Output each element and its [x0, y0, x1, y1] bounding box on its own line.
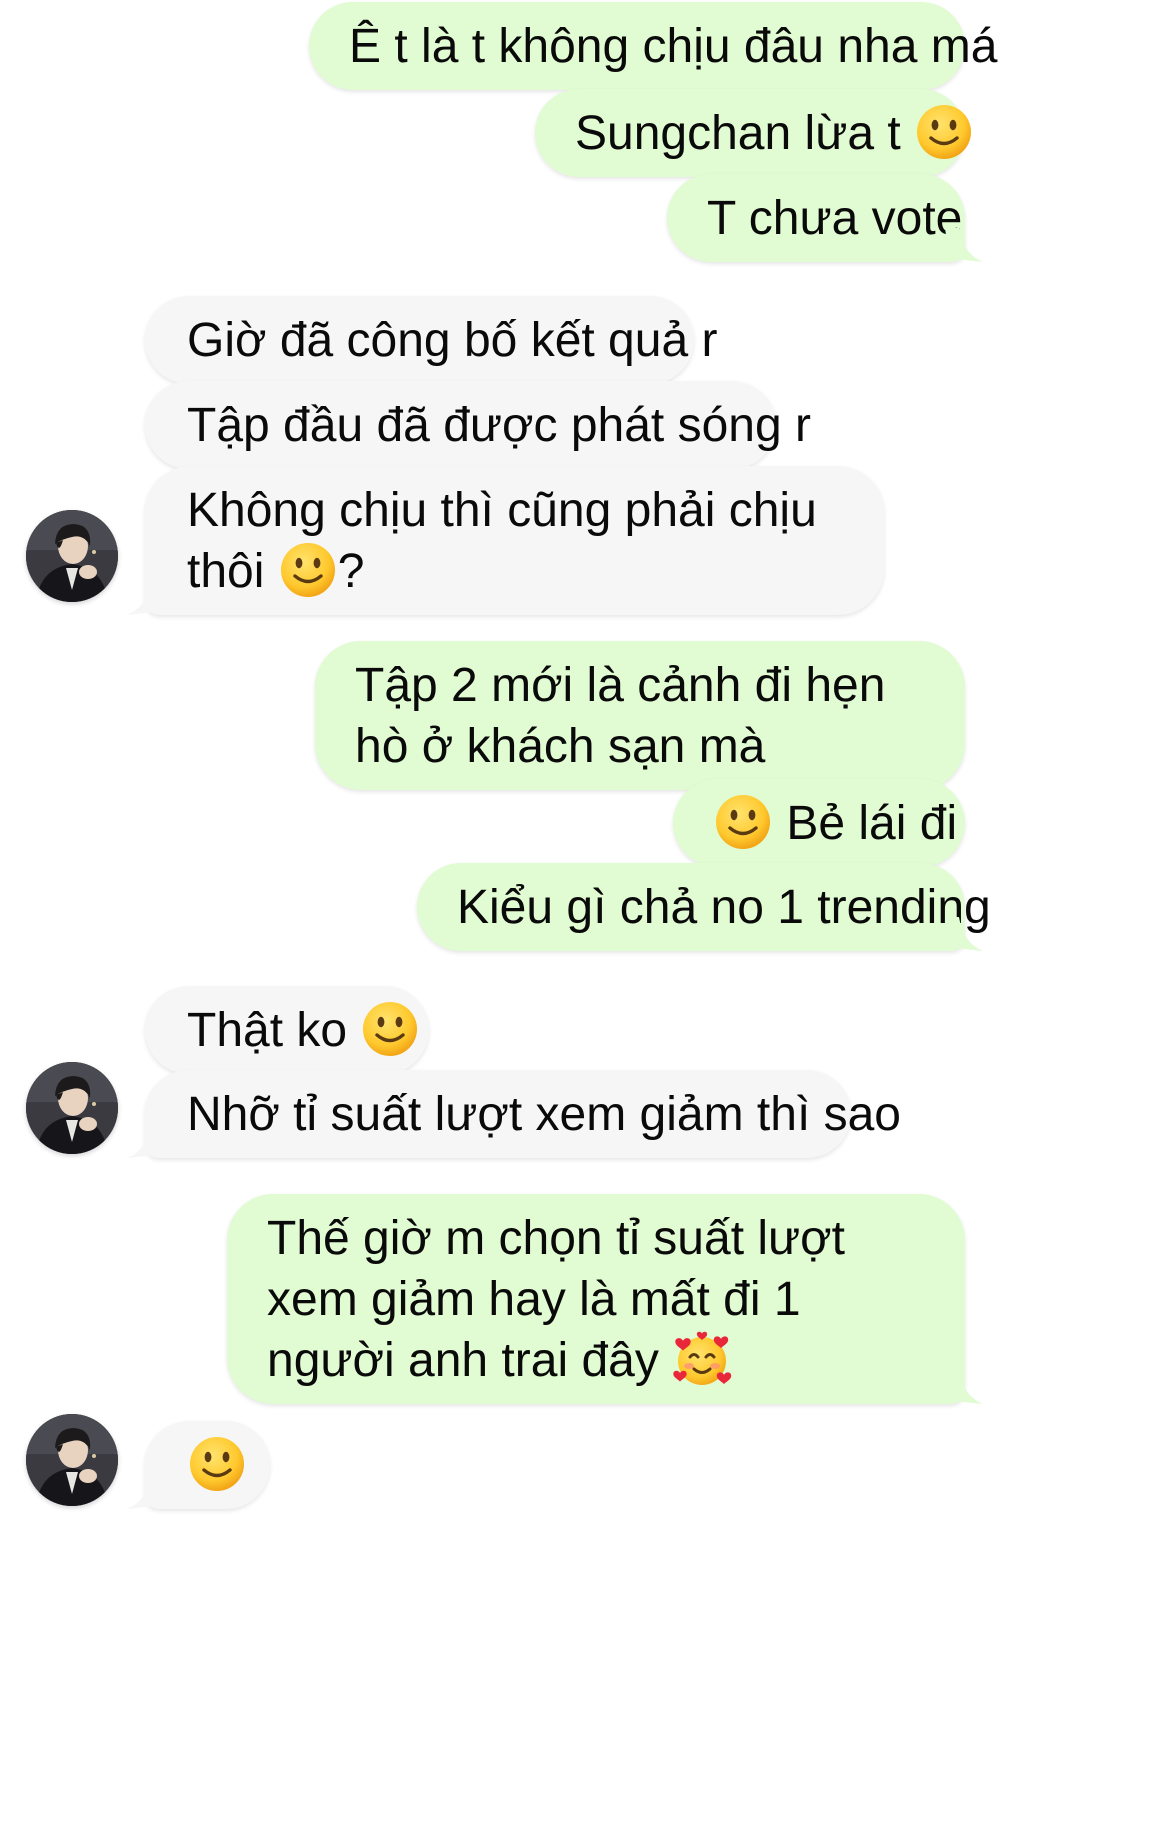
message-text: Sungchan lừa t — [575, 107, 915, 160]
outgoing-message-bubble[interactable]: Sungchan lừa t — [535, 89, 972, 177]
message-text: Bẻ lái đi — [773, 797, 958, 850]
outgoing-message-bubble[interactable]: Ê t là t không chịu đâu nha má — [309, 2, 997, 90]
message-text: ? — [337, 545, 365, 598]
incoming-message-bubble[interactable]: Không chịu thì cũng phải chịu thôi ? — [145, 466, 884, 615]
bubble-tail — [945, 917, 983, 951]
outgoing-message-bubble[interactable]: Kiểu gì chả no 1 trending — [417, 863, 991, 951]
message-text: Tập 2 mới là cảnh đi hẹn hò ở khách sạn … — [355, 659, 886, 773]
bubble-tail — [127, 581, 165, 615]
message-text: Tập đầu đã được phát sóng r — [187, 399, 811, 452]
contact-avatar[interactable] — [26, 510, 118, 602]
outgoing-message-bubble[interactable]: Tập 2 mới là cảnh đi hẹn hò ở khách sạn … — [315, 641, 965, 790]
bubble-tail — [127, 1124, 165, 1158]
bubble-tail — [945, 1370, 983, 1404]
slightly-smiling-face-emoji-icon — [713, 792, 773, 852]
message-text: Thế giờ m chọn tỉ suất lượt xem giảm hay… — [267, 1212, 845, 1387]
incoming-message-bubble[interactable]: Thật ko — [145, 986, 429, 1074]
outgoing-message-bubble[interactable]: T chưa vote — [667, 174, 965, 262]
slightly-smiling-face-emoji-icon — [187, 1434, 247, 1494]
bubble-tail — [127, 1475, 165, 1509]
chat-thread: Ê t là t không chịu đâu nha má Sungchan l… — [0, 0, 1170, 1823]
message-text: Ê t là t không chịu đâu nha má — [349, 20, 998, 73]
message-text: Giờ đã công bố kết quả r — [187, 314, 718, 367]
outgoing-message-bubble[interactable]: Bẻ lái đi — [673, 779, 965, 867]
slightly-smiling-face-emoji-icon — [914, 102, 974, 162]
slightly-smiling-face-emoji-icon — [360, 999, 420, 1059]
incoming-message-bubble[interactable]: Tập đầu đã được phát sóng r — [145, 381, 811, 469]
message-text: Nhỡ tỉ suất lượt xem giảm thì sao — [187, 1088, 901, 1141]
message-text: T chưa vote — [707, 192, 963, 245]
smiling-face-with-hearts-emoji-icon — [672, 1329, 732, 1389]
message-text: Kiểu gì chả no 1 trending — [457, 881, 991, 934]
slightly-smiling-face-emoji-icon — [278, 540, 338, 600]
incoming-message-bubble[interactable]: Nhỡ tỉ suất lượt xem giảm thì sao — [145, 1070, 901, 1158]
contact-avatar[interactable] — [26, 1062, 118, 1154]
bubble-tail — [945, 228, 983, 262]
contact-avatar[interactable] — [26, 1414, 118, 1506]
message-text: Thật ko — [187, 1004, 361, 1057]
outgoing-message-bubble[interactable]: Thế giờ m chọn tỉ suất lượt xem giảm hay… — [227, 1194, 965, 1404]
incoming-message-bubble[interactable]: Giờ đã công bố kết quả r — [145, 296, 717, 384]
